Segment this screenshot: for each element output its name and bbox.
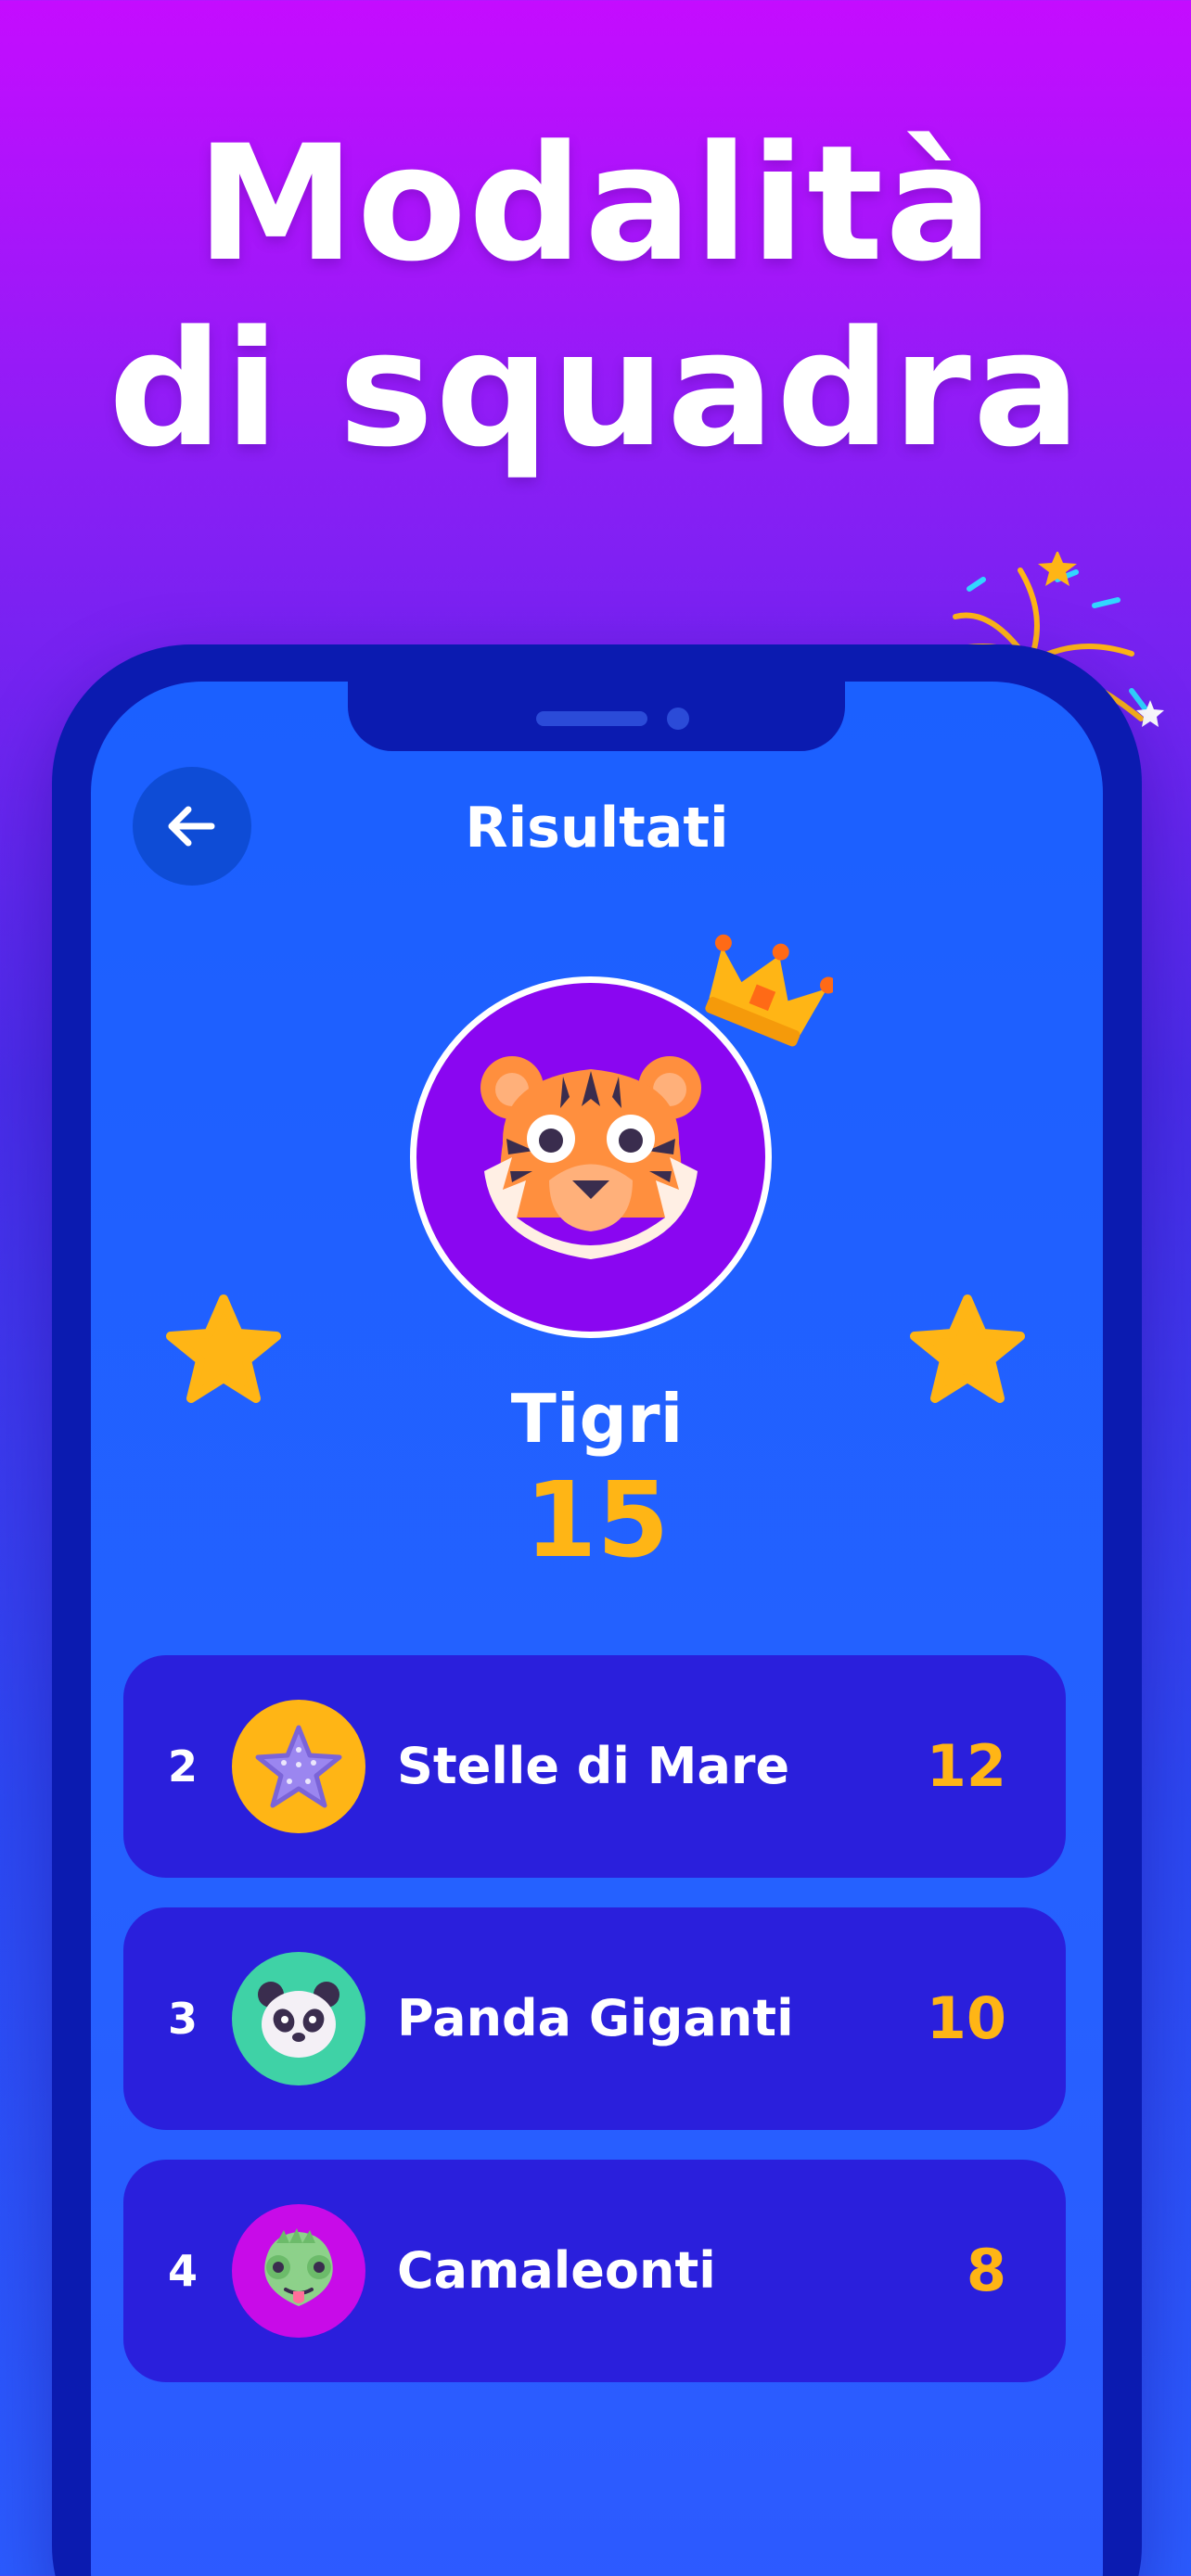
- rank-number: 3: [168, 1994, 198, 2044]
- ranking-list: 2 Stelle di Mare 12 3 Panda Giganti 10 4…: [123, 1655, 1066, 2412]
- list-item[interactable]: 3 Panda Giganti 10: [123, 1907, 1066, 2130]
- screen-title: Risultati: [465, 796, 729, 861]
- speaker: [536, 711, 647, 726]
- crown-icon: [705, 934, 833, 1047]
- headline-line-1: Modalità: [196, 110, 995, 297]
- team-name: Stelle di Mare: [397, 1737, 790, 1795]
- camera: [667, 708, 689, 730]
- team-avatar: [232, 2204, 365, 2338]
- team-score: 10: [926, 1984, 1006, 2052]
- panda-icon: [258, 1982, 339, 2058]
- team-avatar: [232, 1952, 365, 2085]
- rank-number: 2: [168, 1741, 198, 1792]
- list-item[interactable]: 4 Camaleonti 8: [123, 2160, 1066, 2382]
- winner-team-name: Tigri: [510, 1380, 684, 1458]
- starfish-icon: [255, 1725, 342, 1808]
- team-name: Camaleonti: [397, 2241, 716, 2300]
- phone-screen: Risultati Tigri 15 2 Stelle di Mare 12 3…: [91, 682, 1103, 2576]
- phone-frame: Risultati Tigri 15 2 Stelle di Mare 12 3…: [52, 644, 1142, 2576]
- promo-headline: Modalità di squadra: [0, 111, 1191, 482]
- list-item[interactable]: 2 Stelle di Mare 12: [123, 1655, 1066, 1878]
- team-avatar: [232, 1700, 365, 1833]
- headline-line-2: di squadra: [109, 296, 1082, 482]
- tiger-icon: [480, 1056, 701, 1259]
- chameleon-icon: [264, 2228, 333, 2306]
- phone-notch: [348, 682, 845, 751]
- team-name: Panda Giganti: [397, 1989, 794, 2047]
- team-score: 8: [966, 2237, 1006, 2304]
- winner-score: 15: [524, 1460, 670, 1581]
- team-score: 12: [926, 1732, 1006, 1800]
- rank-number: 4: [168, 2246, 198, 2296]
